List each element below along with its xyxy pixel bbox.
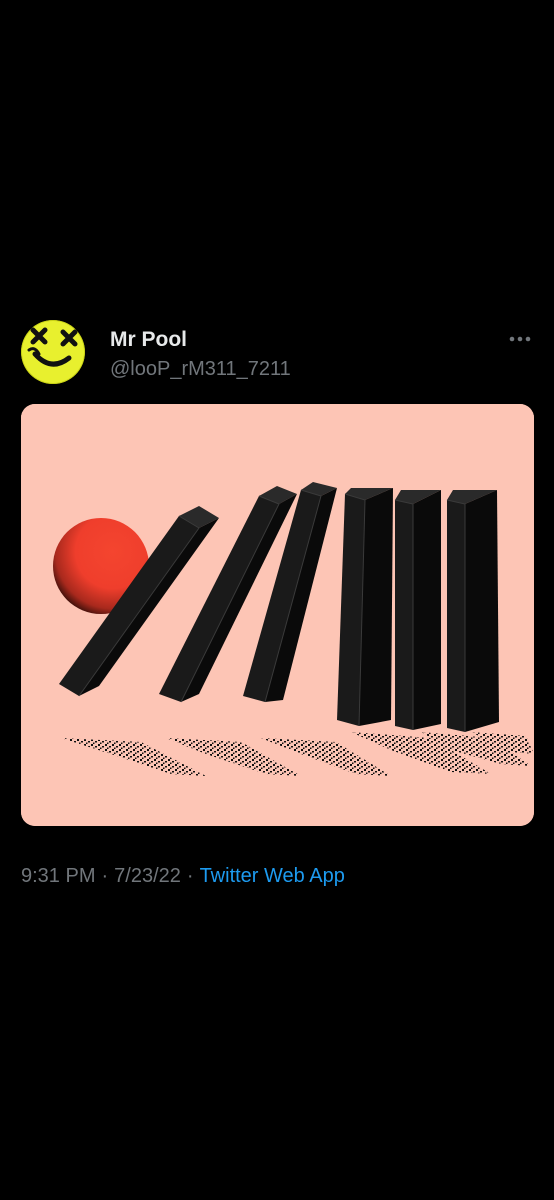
domino-6: [446, 490, 499, 732]
tweet: Mr Pool @looP_rM311_7211 9:31 PM · 7/23/…: [0, 0, 554, 1200]
more-dots-icon: [509, 336, 531, 342]
more-options-button[interactable]: [502, 328, 538, 350]
domino-5: [394, 490, 441, 730]
tweet-time[interactable]: 9:31 PM: [21, 865, 95, 887]
dead-smiley-avatar-icon: [21, 320, 85, 384]
tweet-metadata: 9:31 PM · 7/23/22 · Twitter Web App: [21, 863, 345, 889]
domino-4: [337, 488, 393, 727]
falling-dominoes-illustration: [21, 404, 534, 826]
tweet-media-image[interactable]: [21, 404, 534, 826]
tweet-date[interactable]: 7/23/22: [114, 865, 181, 887]
author-display-name[interactable]: Mr Pool: [110, 327, 187, 353]
tweet-source-link[interactable]: Twitter Web App: [200, 865, 345, 887]
author-handle[interactable]: @looP_rM311_7211: [110, 356, 291, 382]
separator-dot: ·: [101, 865, 109, 887]
avatar[interactable]: [21, 320, 85, 384]
separator-dot: ·: [186, 865, 194, 887]
